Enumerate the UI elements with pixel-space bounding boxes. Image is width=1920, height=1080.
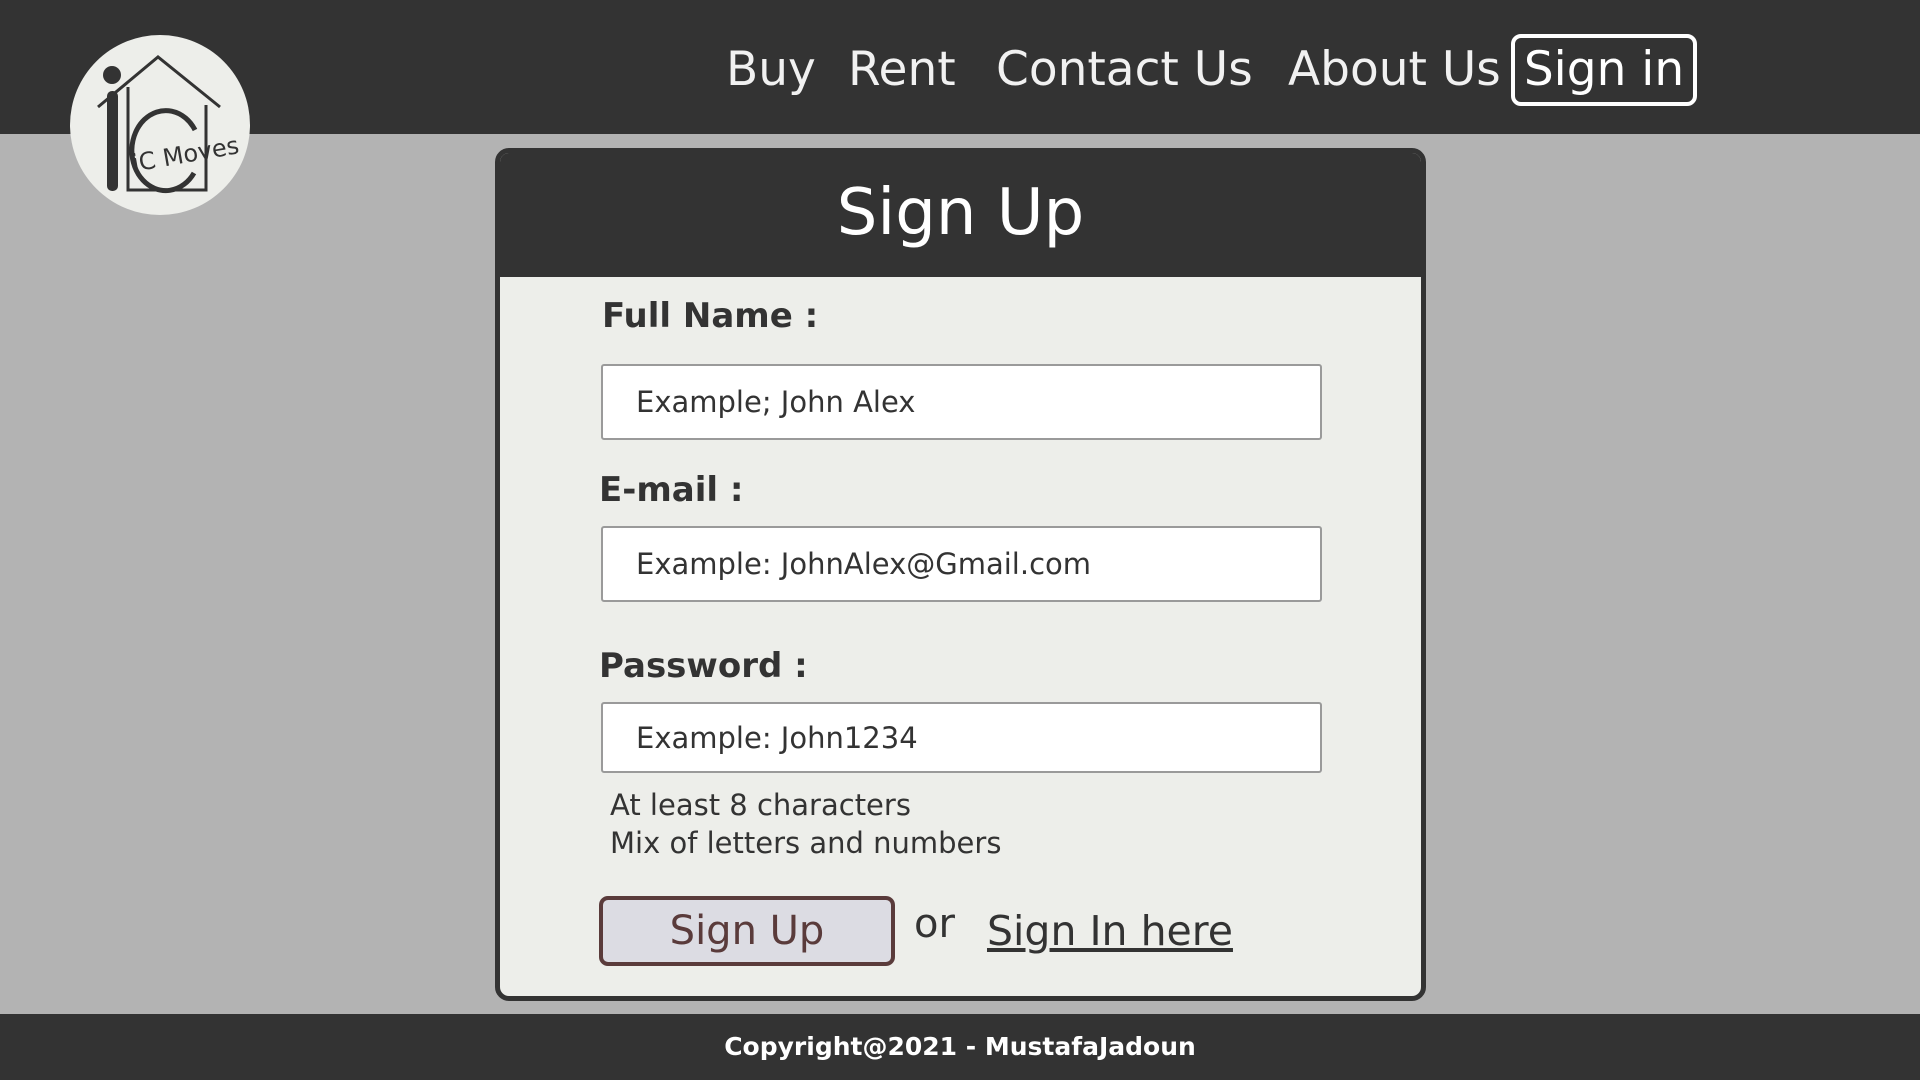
password-label: Password :: [599, 646, 808, 686]
nav-sign-in-button[interactable]: Sign in: [1511, 34, 1697, 106]
email-input[interactable]: [601, 526, 1322, 602]
logo-text: iC Moves: [130, 131, 241, 177]
password-hint-length: At least 8 characters: [610, 788, 911, 822]
signup-card: Sign Up Full Name : E-mail : Password : …: [495, 148, 1426, 1001]
main-nav: Buy Rent Contact Us About Us Sign in: [0, 0, 1920, 134]
sign-in-here-link[interactable]: Sign In here: [987, 904, 1233, 958]
password-hint-mix: Mix of letters and numbers: [610, 826, 1002, 860]
nav-rent-link[interactable]: Rent: [848, 38, 956, 102]
footer-copyright: Copyright@2021 - MustafaJadoun: [0, 1014, 1920, 1080]
nav-contact-link[interactable]: Contact Us: [996, 38, 1253, 102]
or-separator: or: [914, 901, 955, 947]
site-logo[interactable]: iC Moves: [70, 35, 250, 215]
signup-title: Sign Up: [500, 153, 1421, 277]
house-logo-icon: iC Moves: [97, 55, 241, 194]
sign-up-button[interactable]: Sign Up: [599, 896, 895, 966]
full-name-label: Full Name :: [602, 296, 819, 336]
email-label: E-mail :: [599, 470, 744, 510]
password-input[interactable]: [601, 702, 1322, 773]
nav-about-link[interactable]: About Us: [1288, 38, 1501, 102]
nav-buy-link[interactable]: Buy: [726, 38, 816, 102]
full-name-input[interactable]: [601, 364, 1322, 440]
